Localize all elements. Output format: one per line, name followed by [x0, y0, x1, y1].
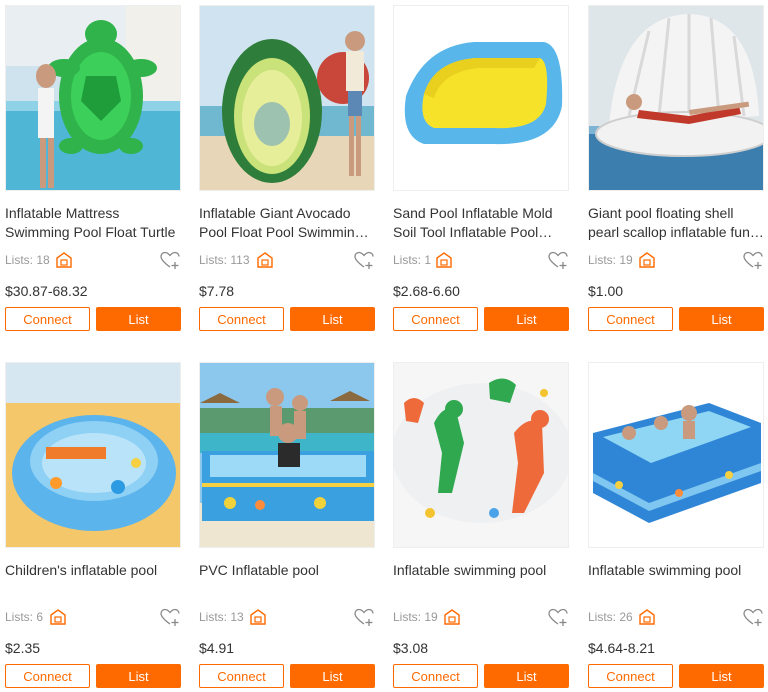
lists-label: Lists:	[393, 610, 422, 624]
list-button[interactable]: List	[290, 307, 375, 331]
lists-count: 6	[36, 610, 44, 624]
list-button[interactable]: List	[96, 664, 181, 688]
lists-row: Lists: 13	[199, 608, 375, 628]
store-icon	[256, 251, 274, 269]
lists-label: Lists:	[588, 610, 617, 624]
product-title[interactable]: PVC Inflatable pool	[199, 561, 375, 601]
lists-label: Lists:	[199, 610, 228, 624]
shell-float-image	[589, 6, 763, 190]
lists-count: 13	[230, 610, 244, 624]
dinosaur-pool-image	[394, 363, 568, 547]
product-image[interactable]	[199, 5, 375, 191]
heart-add-icon[interactable]	[548, 251, 568, 270]
store-icon	[443, 608, 461, 626]
product-card[interactable]: Giant pool floating shell pearl scallop …	[588, 5, 764, 335]
rectangular-pool-image	[589, 363, 763, 547]
list-button[interactable]: List	[96, 307, 181, 331]
product-card[interactable]: Inflatable swimming pool Lists: 26 $4.64…	[588, 362, 764, 692]
heart-add-icon[interactable]	[160, 251, 180, 270]
product-title[interactable]: Children's inflatable pool	[5, 561, 181, 601]
list-button[interactable]: List	[484, 664, 569, 688]
list-button[interactable]: List	[679, 664, 764, 688]
lists-label: Lists:	[5, 253, 34, 267]
lists-count: 1	[424, 253, 432, 267]
lists-row: Lists: 1	[393, 251, 569, 271]
lists-row: Lists: 113	[199, 251, 375, 271]
heart-add-icon[interactable]	[354, 608, 374, 627]
store-icon	[49, 608, 67, 626]
lists-row: Lists: 19	[393, 608, 569, 628]
heart-add-icon[interactable]	[548, 608, 568, 627]
lists-label: Lists:	[5, 610, 34, 624]
product-card[interactable]: Inflatable Giant Avocado Pool Float Pool…	[199, 5, 375, 335]
lists-label: Lists:	[199, 253, 228, 267]
lists-count: 26	[619, 610, 633, 624]
connect-button[interactable]: Connect	[5, 664, 90, 688]
store-icon	[435, 251, 453, 269]
connect-button[interactable]: Connect	[393, 664, 478, 688]
product-image[interactable]	[588, 362, 764, 548]
lists-count: 19	[619, 253, 633, 267]
heart-add-icon[interactable]	[743, 608, 763, 627]
connect-button[interactable]: Connect	[588, 307, 673, 331]
lists-count: 18	[36, 253, 50, 267]
product-grid: Inflatable Mattress Swimming Pool Float …	[0, 0, 768, 692]
product-price: $2.68-6.60	[393, 283, 460, 299]
avocado-float-image	[200, 6, 374, 190]
product-title[interactable]: Giant pool floating shell pearl scallop …	[588, 204, 764, 244]
heart-add-icon[interactable]	[743, 251, 763, 270]
product-price: $1.00	[588, 283, 624, 299]
product-image[interactable]	[5, 5, 181, 191]
sand-pool-image	[394, 6, 568, 190]
product-price: $3.08	[393, 640, 429, 656]
store-icon	[249, 608, 267, 626]
list-button[interactable]: List	[679, 307, 764, 331]
lists-count: 19	[424, 610, 438, 624]
list-button[interactable]: List	[484, 307, 569, 331]
connect-button[interactable]: Connect	[199, 307, 284, 331]
product-card[interactable]: Inflatable Mattress Swimming Pool Float …	[5, 5, 181, 335]
lists-row: Lists: 18	[5, 251, 181, 271]
product-title[interactable]: Inflatable swimming pool	[393, 561, 569, 601]
product-title[interactable]: Inflatable Mattress Swimming Pool Float …	[5, 204, 181, 244]
product-card[interactable]: Inflatable swimming pool Lists: 19 $3.08…	[393, 362, 569, 692]
product-image[interactable]	[393, 362, 569, 548]
store-icon	[638, 608, 656, 626]
product-price: $4.64-8.21	[588, 640, 655, 656]
product-card[interactable]: Children's inflatable pool Lists: 6 $2.3…	[5, 362, 181, 692]
product-image[interactable]	[393, 5, 569, 191]
connect-button[interactable]: Connect	[5, 307, 90, 331]
lists-label: Lists:	[393, 253, 422, 267]
product-image[interactable]	[588, 5, 764, 191]
lists-label: Lists:	[588, 253, 617, 267]
heart-add-icon[interactable]	[160, 608, 180, 627]
turtle-float-image	[6, 6, 180, 190]
lists-row: Lists: 19	[588, 251, 764, 271]
lists-row: Lists: 6	[5, 608, 181, 628]
product-title[interactable]: Inflatable Giant Avocado Pool Float Pool…	[199, 204, 375, 244]
connect-button[interactable]: Connect	[588, 664, 673, 688]
family-pool-image	[200, 363, 374, 547]
list-button[interactable]: List	[290, 664, 375, 688]
product-title[interactable]: Sand Pool Inflatable Mold Soil Tool Infl…	[393, 204, 569, 244]
store-icon	[55, 251, 73, 269]
connect-button[interactable]: Connect	[199, 664, 284, 688]
product-image[interactable]	[5, 362, 181, 548]
store-icon	[638, 251, 656, 269]
connect-button[interactable]: Connect	[393, 307, 478, 331]
product-price: $2.35	[5, 640, 41, 656]
lists-row: Lists: 26	[588, 608, 764, 628]
product-price: $7.78	[199, 283, 235, 299]
lists-count: 113	[230, 253, 250, 267]
product-title[interactable]: Inflatable swimming pool	[588, 561, 764, 601]
product-price: $30.87-68.32	[5, 283, 88, 299]
product-image[interactable]	[199, 362, 375, 548]
product-price: $4.91	[199, 640, 235, 656]
product-card[interactable]: PVC Inflatable pool Lists: 13 $4.91 Conn…	[199, 362, 375, 692]
round-kids-pool-image	[6, 363, 180, 547]
heart-add-icon[interactable]	[354, 251, 374, 270]
product-card[interactable]: Sand Pool Inflatable Mold Soil Tool Infl…	[393, 5, 569, 335]
